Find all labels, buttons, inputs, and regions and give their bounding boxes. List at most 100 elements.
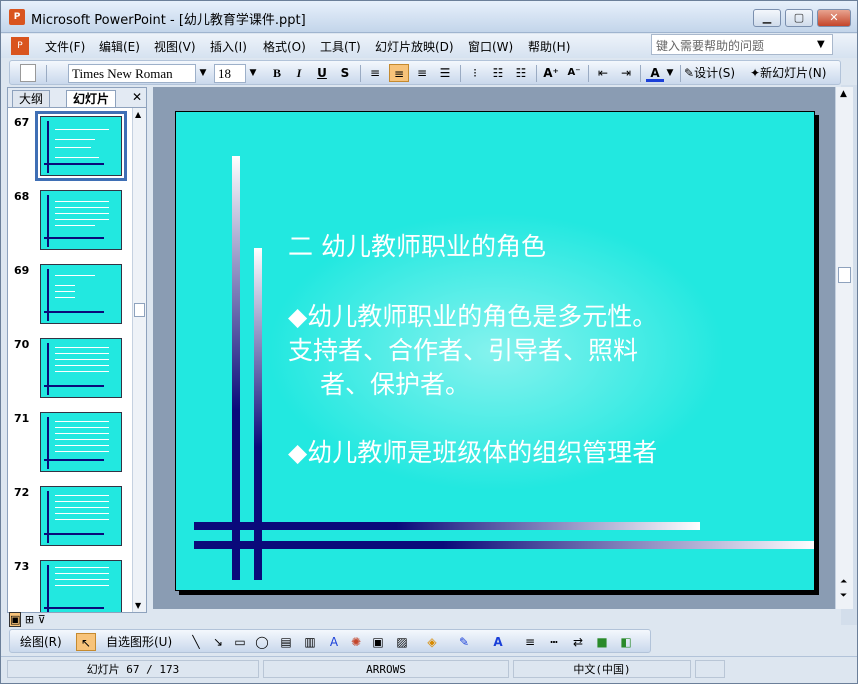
minimize-button[interactable]: ▁: [753, 9, 781, 27]
slide-bullet-1[interactable]: ◆幼儿教师职业的角色是多元性。: [288, 300, 657, 334]
previous-slide-icon[interactable]: ⏶: [840, 577, 847, 587]
decrease-font-icon[interactable]: A⁻: [565, 64, 583, 82]
fill-color-icon[interactable]: ◈: [424, 633, 440, 651]
dash-style-icon[interactable]: ┅: [546, 633, 562, 651]
font-size-select[interactable]: 18: [214, 64, 246, 83]
arrow-style-icon[interactable]: ⇄: [570, 633, 586, 651]
scroll-down-icon[interactable]: ▼: [135, 601, 141, 610]
slide-canvas[interactable]: 二 幼儿教师职业的角色 ◆幼儿教师职业的角色是多元性。 支持者、合作者、引导者、…: [175, 111, 815, 591]
slide-bullet-2[interactable]: ◆幼儿教师是班级体的组织管理者: [288, 436, 657, 470]
line-icon[interactable]: ╲: [188, 633, 204, 651]
align-right-icon[interactable]: ≡: [413, 64, 431, 82]
wordart-icon[interactable]: A: [326, 633, 342, 651]
bullets-icon[interactable]: ☷: [512, 64, 530, 82]
font-color-icon[interactable]: A: [646, 64, 664, 82]
textbox-icon[interactable]: ▤: [278, 633, 294, 651]
design-icon: ✎: [684, 66, 695, 80]
line-color-icon[interactable]: ✎: [456, 633, 472, 651]
slide-thumbnail[interactable]: [40, 338, 122, 398]
slide-thumbnail[interactable]: [40, 560, 122, 612]
slide-sorter-icon[interactable]: ⊞: [25, 613, 34, 626]
tab-outline[interactable]: 大纲: [12, 90, 51, 107]
help-search-input[interactable]: 键入需要帮助的问题: [651, 34, 833, 55]
slide-line-3[interactable]: 者、保护者。: [320, 368, 470, 402]
autoshapes-button[interactable]: 自选图形(U): [106, 633, 184, 651]
underline-button[interactable]: U: [313, 64, 331, 82]
menu-window[interactable]: 窗口(W): [468, 38, 513, 55]
scroll-thumb[interactable]: [134, 303, 145, 317]
slide-line-2[interactable]: 支持者、合作者、引导者、照料: [288, 334, 638, 368]
list-item[interactable]: 73: [8, 556, 132, 612]
scroll-thumb[interactable]: [838, 267, 851, 283]
slide-heading[interactable]: 二 幼儿教师职业的角色: [288, 230, 546, 264]
font-color-icon[interactable]: A: [490, 633, 506, 651]
font-name-select[interactable]: Times New Roman: [68, 64, 196, 83]
editor-scrollbar[interactable]: ▲ ⏶ ⏷: [835, 87, 853, 609]
slide-thumbnail[interactable]: [40, 412, 122, 472]
list-item[interactable]: 72: [8, 482, 132, 552]
align-justify-icon[interactable]: ☰: [436, 64, 454, 82]
slide-thumbnail[interactable]: [40, 190, 122, 250]
menu-view[interactable]: 视图(V): [154, 38, 196, 55]
list-item[interactable]: 69: [8, 260, 132, 330]
oval-icon[interactable]: ◯: [254, 633, 270, 651]
line-style-icon[interactable]: ≡: [522, 633, 538, 651]
drawing-toolbar: 绘图(R) ↖ 自选图形(U) ╲ ↘ ▭ ◯ ▤ ▥ A ✺ ▣ ▨ ◈ ✎ …: [9, 629, 651, 653]
tab-slides[interactable]: 幻灯片: [66, 90, 117, 107]
arrow-icon[interactable]: ↘: [210, 633, 226, 651]
draw-menu-button[interactable]: 绘图(R): [20, 633, 72, 651]
normal-view-icon[interactable]: ▣: [9, 612, 22, 627]
menu-insert[interactable]: 插入(I): [210, 38, 247, 55]
list-item[interactable]: 71: [8, 408, 132, 478]
scroll-up-icon[interactable]: ▲: [840, 89, 847, 99]
close-button[interactable]: ✕: [817, 9, 851, 27]
align-center-icon[interactable]: ≡: [389, 64, 409, 82]
select-cursor-icon[interactable]: ↖: [76, 633, 96, 651]
powerpoint-icon[interactable]: P: [9, 9, 25, 25]
bold-button[interactable]: B: [268, 64, 286, 82]
document-icon[interactable]: P: [11, 37, 29, 55]
maximize-button[interactable]: ▢: [785, 9, 813, 27]
shadow-button[interactable]: S: [336, 64, 354, 82]
menu-format[interactable]: 格式(O): [263, 38, 306, 55]
menu-help[interactable]: 帮助(H): [528, 38, 570, 55]
thumbnail-scrollbar[interactable]: ▲ ▼: [132, 108, 146, 612]
next-slide-icon[interactable]: ⏷: [840, 591, 847, 601]
new-document-icon[interactable]: [20, 64, 36, 82]
list-item[interactable]: 67: [8, 111, 132, 182]
chevron-down-icon[interactable]: ▼: [196, 64, 210, 82]
new-slide-icon: ✦: [750, 66, 761, 80]
vertical-textbox-icon[interactable]: ▥: [302, 633, 318, 651]
list-item[interactable]: 68: [8, 186, 132, 256]
slide-number: 68: [14, 190, 30, 203]
design-button[interactable]: ✎设计(S): [684, 64, 750, 82]
slide-thumbnail[interactable]: [40, 486, 122, 546]
increase-font-icon[interactable]: A⁺: [542, 64, 560, 82]
menu-file[interactable]: 文件(F): [45, 38, 85, 55]
list-item[interactable]: 70: [8, 334, 132, 404]
menu-edit[interactable]: 编辑(E): [99, 38, 140, 55]
picture-icon[interactable]: ▨: [394, 633, 410, 651]
chevron-down-icon[interactable]: ▼: [817, 39, 825, 50]
menu-slideshow[interactable]: 幻灯片放映(D): [375, 38, 454, 55]
diagram-icon[interactable]: ✺: [348, 633, 364, 651]
line-spacing-icon[interactable]: ⁝: [466, 64, 484, 82]
3d-style-icon[interactable]: ◧: [618, 633, 634, 651]
scroll-up-icon[interactable]: ▲: [135, 110, 141, 119]
slide-thumbnail[interactable]: [40, 264, 122, 324]
italic-button[interactable]: I: [290, 64, 308, 82]
slideshow-icon[interactable]: ⊽: [38, 613, 46, 626]
align-left-icon[interactable]: ≡: [366, 64, 384, 82]
numbering-icon[interactable]: ☷: [489, 64, 507, 82]
shadow-style-icon[interactable]: ■: [594, 633, 610, 651]
menu-tools[interactable]: 工具(T): [320, 38, 361, 55]
close-icon[interactable]: ✕: [132, 90, 142, 104]
rectangle-icon[interactable]: ▭: [232, 633, 248, 651]
decrease-indent-icon[interactable]: ⇤: [594, 64, 612, 82]
slide-thumbnail[interactable]: [35, 111, 127, 181]
increase-indent-icon[interactable]: ⇥: [617, 64, 635, 82]
clipart-icon[interactable]: ▣: [370, 633, 386, 651]
chevron-down-icon[interactable]: ▼: [246, 64, 260, 82]
new-slide-button[interactable]: ✦新幻灯片(N): [750, 64, 838, 82]
chevron-down-icon[interactable]: ▼: [665, 64, 675, 82]
